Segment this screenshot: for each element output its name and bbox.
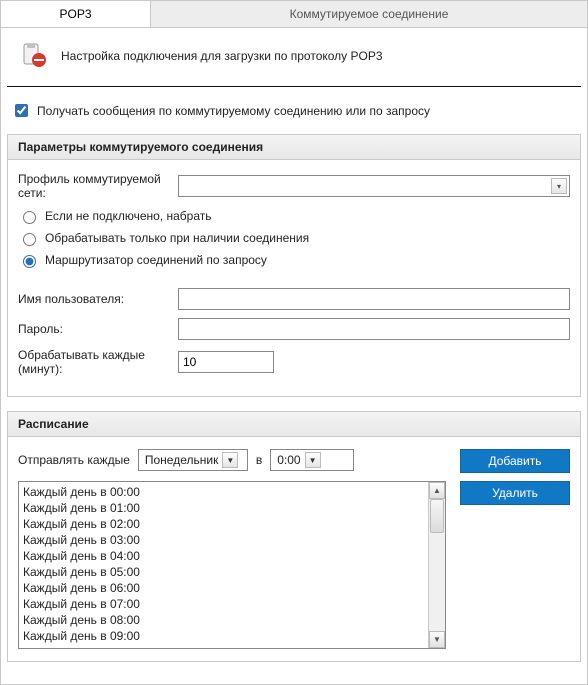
password-label: Пароль:: [18, 322, 178, 336]
scroll-thumb[interactable]: [430, 499, 444, 533]
radio-dial-if-disconnected-label: Если не подключено, набрать: [45, 209, 211, 223]
time-select-value: 0:00: [277, 453, 300, 467]
password-field[interactable]: [178, 318, 570, 340]
add-button[interactable]: Добавить: [460, 449, 570, 473]
page-header: Настройка подключения для загрузки по пр…: [1, 28, 587, 86]
dial-group-title: Параметры коммутируемого соединения: [8, 135, 580, 160]
list-item[interactable]: Каждый день в 04:00: [23, 548, 441, 564]
list-item[interactable]: Каждый день в 06:00: [23, 580, 441, 596]
list-item[interactable]: Каждый день в 00:00: [23, 484, 441, 500]
pop3-icon: [19, 42, 47, 70]
schedule-group-title: Расписание: [8, 412, 580, 437]
username-field[interactable]: [178, 288, 570, 310]
schedule-controls: Отправлять каждые Понедельник ▼ в 0:00 ▼: [18, 449, 446, 471]
receive-on-demand-checkbox[interactable]: [15, 104, 28, 117]
divider: [7, 86, 581, 87]
chevron-down-icon: ▾: [551, 178, 567, 194]
send-every-label: Отправлять каждые: [18, 453, 130, 467]
schedule-listbox[interactable]: Каждый день в 00:00Каждый день в 01:00Ка…: [18, 481, 446, 649]
delete-button[interactable]: Удалить: [460, 481, 570, 505]
username-label: Имя пользователя:: [18, 292, 178, 306]
time-select[interactable]: 0:00 ▼: [270, 449, 354, 471]
interval-label: Обрабатывать каждые (минут):: [18, 348, 178, 376]
receive-on-demand-check[interactable]: Получать сообщения по коммутируемому сое…: [1, 101, 587, 134]
list-item[interactable]: Каждый день в 09:00: [23, 628, 441, 644]
list-item[interactable]: Каждый день в 07:00: [23, 596, 441, 612]
day-select[interactable]: Понедельник ▼: [138, 449, 248, 471]
page-title: Настройка подключения для загрузки по пр…: [61, 49, 383, 63]
tab-pop3[interactable]: POP3: [1, 1, 151, 27]
radio-dial-if-disconnected-input[interactable]: [23, 211, 36, 224]
radio-demand-router[interactable]: Маршрутизатор соединений по запросу: [18, 252, 570, 268]
radio-demand-router-label: Маршрутизатор соединений по запросу: [45, 253, 267, 267]
profile-label: Профиль коммутируемой сети:: [18, 172, 178, 200]
tab-bar: POP3 Коммутируемое соединение: [0, 0, 588, 28]
scroll-up-icon[interactable]: ▲: [429, 482, 445, 499]
list-item[interactable]: Каждый день в 02:00: [23, 516, 441, 532]
tab-dialup[interactable]: Коммутируемое соединение: [151, 1, 587, 27]
radio-demand-router-input[interactable]: [23, 255, 36, 268]
interval-field[interactable]: [178, 351, 274, 373]
radio-process-when-connected-label: Обрабатывать только при наличии соединен…: [45, 231, 309, 245]
radio-process-when-connected-input[interactable]: [23, 233, 36, 246]
chevron-down-icon: ▼: [222, 452, 238, 468]
profile-select[interactable]: ▾: [178, 175, 570, 197]
list-item[interactable]: Каждый день в 05:00: [23, 564, 441, 580]
receive-on-demand-label: Получать сообщения по коммутируемому сое…: [37, 104, 430, 118]
list-item[interactable]: Каждый день в 08:00: [23, 612, 441, 628]
chevron-down-icon: ▼: [305, 452, 321, 468]
at-word: в: [256, 453, 262, 467]
scrollbar[interactable]: ▲ ▼: [428, 482, 445, 648]
scroll-down-icon[interactable]: ▼: [429, 631, 445, 648]
list-item[interactable]: Каждый день в 03:00: [23, 532, 441, 548]
day-select-value: Понедельник: [145, 453, 218, 467]
list-item[interactable]: Каждый день в 01:00: [23, 500, 441, 516]
radio-process-when-connected[interactable]: Обрабатывать только при наличии соединен…: [18, 230, 570, 246]
page-body: Настройка подключения для загрузки по пр…: [0, 28, 588, 685]
radio-dial-if-disconnected[interactable]: Если не подключено, набрать: [18, 208, 570, 224]
schedule-group: Расписание Отправлять каждые Понедельник…: [7, 411, 581, 662]
dial-group: Параметры коммутируемого соединения Проф…: [7, 134, 581, 397]
